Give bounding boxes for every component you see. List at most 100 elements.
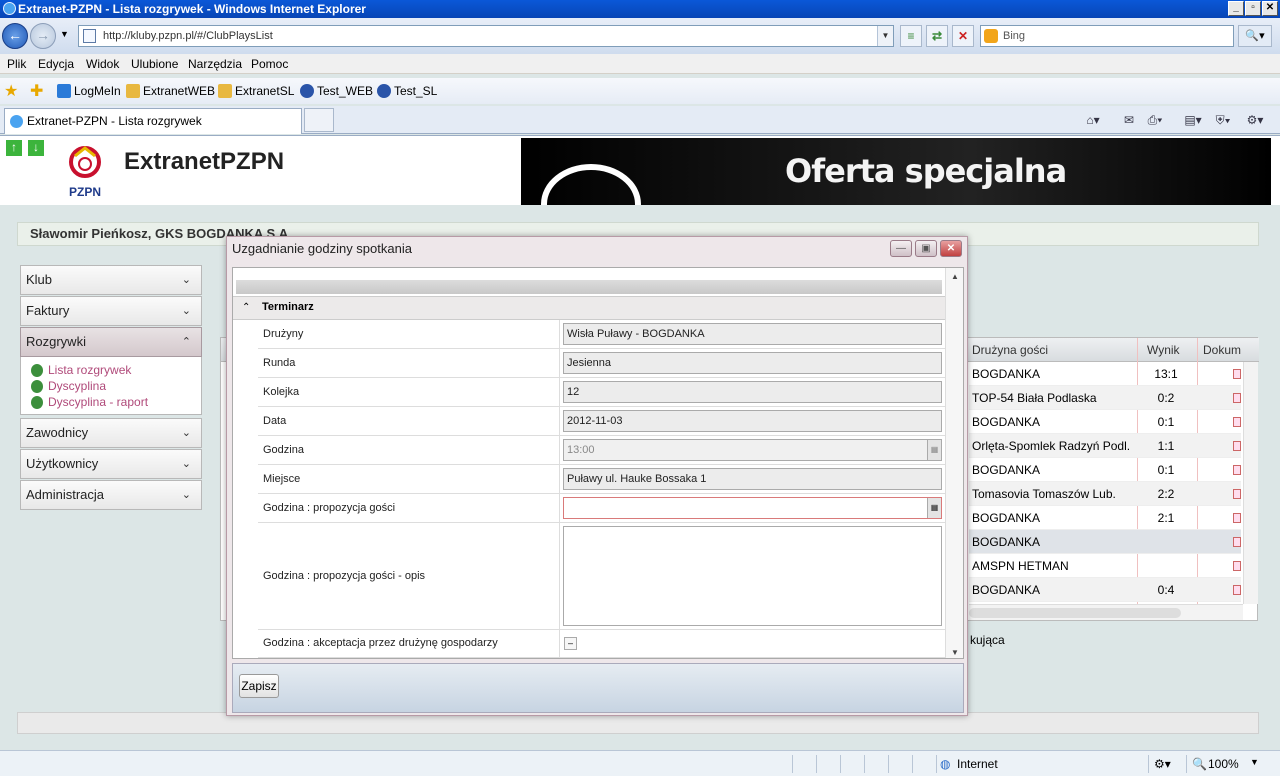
address-field[interactable]: http://kluby.pzpn.pl/#/ClubPlaysList ▼ — [78, 25, 894, 47]
table-row[interactable]: BOGDANKA 0:1 — [969, 410, 1241, 434]
back-button[interactable]: ← — [2, 23, 28, 49]
document-icon[interactable] — [1233, 537, 1241, 547]
nav-faktury[interactable]: Faktury ⌄ — [20, 296, 202, 326]
close-window-button[interactable]: ✕ — [1262, 1, 1278, 16]
input-data[interactable]: 2012-11-03 — [563, 410, 942, 432]
add-favorite-icon[interactable]: ✚ — [30, 81, 43, 101]
document-icon[interactable] — [1233, 465, 1241, 475]
modal-close-button[interactable]: ✕ — [940, 240, 962, 257]
fav-extranetsl[interactable]: ExtranetSL — [218, 84, 294, 98]
scroll-up-icon[interactable]: ▲ — [951, 272, 959, 281]
modal-maximize-button[interactable]: ▣ — [915, 240, 937, 257]
col-docs[interactable]: Dokum — [1203, 343, 1241, 357]
nav-zawodnicy[interactable]: Zawodnicy ⌄ — [20, 418, 202, 448]
address-dropdown-icon[interactable]: ▼ — [877, 26, 893, 46]
tab-extranet[interactable]: Extranet-PZPN - Lista rozgrywek — [4, 108, 302, 134]
new-tab-button[interactable] — [304, 108, 334, 132]
scroll-down-icon[interactable]: ▼ — [951, 648, 959, 657]
zoom-icon[interactable]: 🔍 — [1192, 757, 1207, 771]
menu-view[interactable]: Widok — [86, 57, 119, 71]
checkbox-akceptacja[interactable]: – — [564, 637, 577, 650]
table-row[interactable]: Orlęta-Spomlek Radzyń Podl. 1:1 — [969, 434, 1241, 458]
menu-edit[interactable]: Edycja — [38, 57, 74, 71]
fav-extranetweb[interactable]: ExtranetWEB — [126, 84, 215, 98]
history-dropdown-icon[interactable]: ▼ — [60, 29, 69, 39]
chevron-up-icon[interactable]: ⌃ — [242, 302, 250, 313]
status-divider — [912, 755, 913, 773]
zoom-dropdown-icon[interactable]: ▼ — [1250, 757, 1259, 767]
time-picker-icon[interactable]: ▦ — [927, 440, 941, 460]
refresh-icon[interactable]: ⇄ — [926, 25, 948, 47]
page-menu-icon[interactable]: ▤▾ — [1182, 112, 1204, 128]
menu-help[interactable]: Pomoc — [251, 57, 288, 71]
nav-administracja[interactable]: Administracja ⌄ — [20, 480, 202, 510]
tools-gear-icon[interactable]: ⚙▾ — [1244, 112, 1266, 128]
stop-icon[interactable]: ✕ — [952, 25, 974, 47]
protected-mode-icon[interactable]: ⚙▾ — [1154, 757, 1171, 771]
menu-favorites[interactable]: Ulubione — [131, 57, 178, 71]
home-icon[interactable]: ⌂▾ — [1082, 112, 1104, 128]
document-icon[interactable] — [1233, 393, 1241, 403]
document-icon[interactable] — [1233, 561, 1241, 571]
grid-vertical-scrollbar[interactable] — [1243, 362, 1258, 604]
safety-icon[interactable]: ⛨▾ — [1212, 112, 1234, 128]
menu-tools[interactable]: Narzędzia — [188, 57, 242, 71]
grid-horizontal-scrollbar[interactable] — [969, 604, 1243, 620]
fav-test-web[interactable]: Test_WEB — [300, 84, 373, 98]
input-godzina[interactable]: 13:00 ▦ — [563, 439, 942, 461]
textarea-opis[interactable] — [563, 526, 942, 626]
document-icon[interactable] — [1233, 417, 1241, 427]
table-row[interactable]: BOGDANKA — [969, 530, 1241, 554]
fav-test-sl[interactable]: Test_SL — [377, 84, 437, 98]
nav-rozgrywki[interactable]: Rozgrywki ⌃ — [20, 327, 202, 357]
section-terminarz[interactable]: ⌃ Terminarz — [233, 296, 945, 320]
table-row[interactable]: TOP-54 Biała Podlaska 0:2 — [969, 386, 1241, 410]
restore-button[interactable]: ▫ — [1245, 1, 1261, 16]
favorites-star-icon[interactable]: ★ — [4, 81, 18, 101]
subnav-dyscyplina-raport[interactable]: Dyscyplina - raport — [31, 395, 148, 409]
document-icon[interactable] — [1233, 585, 1241, 595]
save-button[interactable]: Zapisz — [239, 674, 279, 698]
modal-minimize-button[interactable]: — — [890, 240, 912, 257]
table-row[interactable]: BOGDANKA 0:1 — [969, 458, 1241, 482]
fav-logmein[interactable]: LogMeIn — [57, 84, 121, 98]
feeds-icon[interactable]: ✉ — [1118, 112, 1140, 128]
table-row[interactable]: AMSPN HETMAN — [969, 554, 1241, 578]
search-input[interactable]: Bing — [980, 25, 1234, 47]
col-result[interactable]: Wynik — [1147, 343, 1180, 357]
document-icon[interactable] — [1233, 489, 1241, 499]
input-druzyny[interactable]: Wisła Puławy - BOGDANKA — [563, 323, 942, 345]
document-icon[interactable] — [1233, 369, 1241, 379]
subnav-dyscyplina[interactable]: Dyscyplina — [31, 379, 106, 393]
print-icon[interactable]: ⎙▾ — [1144, 112, 1166, 128]
zoom-level[interactable]: 100% — [1208, 757, 1239, 771]
nav-klub[interactable]: Klub ⌄ — [20, 265, 202, 295]
search-button[interactable]: 🔍▾ — [1238, 25, 1272, 47]
document-icon[interactable] — [1233, 513, 1241, 523]
input-kolejka[interactable]: 12 — [563, 381, 942, 403]
table-row[interactable]: BOGDANKA 0:4 — [969, 578, 1241, 602]
status-divider — [840, 755, 841, 773]
promo-banner[interactable]: Oferta specjalna — [521, 138, 1271, 206]
nav-uzytkownicy[interactable]: Użytkownicy ⌄ — [20, 449, 202, 479]
time-picker-icon[interactable]: ▦ — [927, 498, 941, 518]
compat-view-icon[interactable]: ≡ — [900, 25, 922, 47]
arrow-up-icon[interactable]: ↑ — [6, 140, 22, 156]
minimize-button[interactable]: _ — [1228, 1, 1244, 16]
table-row[interactable]: BOGDANKA 2:1 — [969, 506, 1241, 530]
col-guest-team[interactable]: Drużyna gości — [972, 343, 1048, 357]
table-row[interactable]: Tomasovia Tomaszów Lub. 2:2 — [969, 482, 1241, 506]
input-miejsce[interactable]: Puławy ul. Hauke Bossaka 1 — [563, 468, 942, 490]
subnav-lista-rozgrywek[interactable]: Lista rozgrywek — [31, 363, 131, 377]
section-title: Terminarz — [262, 301, 314, 313]
scroll-thumb[interactable] — [969, 608, 1181, 618]
row-runda: Runda Jesienna — [258, 349, 945, 378]
arrow-down-icon[interactable]: ↓ — [28, 140, 44, 156]
menu-file[interactable]: Plik — [7, 57, 26, 71]
input-runda[interactable]: Jesienna — [563, 352, 942, 374]
document-icon[interactable] — [1233, 441, 1241, 451]
input-propozycja[interactable]: ▦ — [563, 497, 942, 519]
table-row[interactable]: BOGDANKA 13:1 — [969, 362, 1241, 386]
modal-vertical-scrollbar[interactable]: ▲ ▼ — [945, 268, 963, 658]
forward-button[interactable]: → — [30, 23, 56, 49]
